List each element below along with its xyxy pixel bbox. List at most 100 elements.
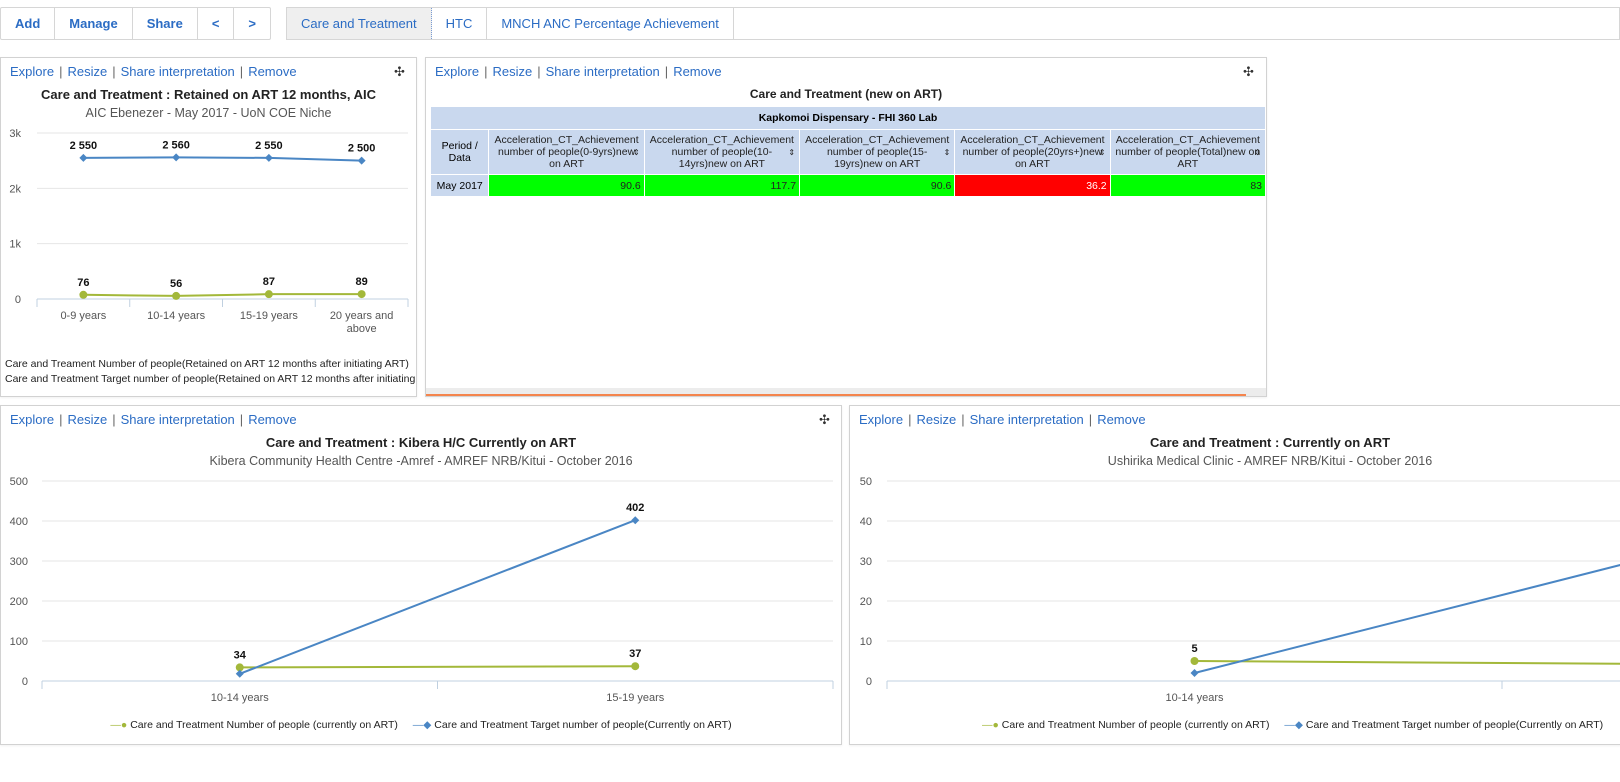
column-header[interactable]: Acceleration_CT_Achievement number of pe… bbox=[1109, 129, 1266, 175]
legend-marker-circle-icon: —● bbox=[110, 719, 128, 731]
legend-marker-diamond-icon: —◆ bbox=[1284, 719, 1303, 731]
chart-title: Care and Treatment : Kibera H/C Currentl… bbox=[265, 435, 577, 450]
column-header[interactable]: Acceleration_CT_Achievement number of pe… bbox=[488, 129, 645, 175]
explore-link[interactable]: Explore bbox=[859, 412, 903, 427]
data-point bbox=[79, 290, 88, 299]
data-point bbox=[264, 290, 273, 299]
data-label: 89 bbox=[356, 276, 368, 288]
share-interpretation-link[interactable]: Share interpretation bbox=[970, 412, 1084, 427]
x-tick-label: 10-14 years bbox=[1165, 692, 1224, 704]
table-cell[interactable]: 90.6 bbox=[799, 174, 956, 197]
move-handle-icon[interactable]: ✣ bbox=[819, 412, 830, 428]
legend-item[interactable]: —◆ Care and Treatment Target number of p… bbox=[1284, 719, 1603, 731]
legend-marker-diamond-icon: —◆ bbox=[412, 719, 432, 731]
dashboard-toolbar: Add Manage Share < > bbox=[0, 7, 272, 40]
separator: | bbox=[664, 64, 669, 79]
resize-link[interactable]: Resize bbox=[492, 64, 532, 79]
separator: | bbox=[239, 412, 244, 427]
legend-label: Care and Treatment Number of people (cur… bbox=[130, 719, 398, 731]
separator: | bbox=[1088, 412, 1093, 427]
dashboard-item-new-on-art: Explore | Resize | Share interpretation | Remo… bbox=[425, 57, 1267, 397]
data-point bbox=[172, 153, 181, 162]
table-cell[interactable]: 83 bbox=[1109, 174, 1266, 197]
panel-actions: Explore | Resize | Share interpretation | Remo… bbox=[10, 64, 297, 79]
column-header[interactable]: Acceleration_CT_Achievement number of pe… bbox=[954, 129, 1111, 175]
column-header[interactable]: Acceleration_CT_Achievement number of pe… bbox=[643, 129, 801, 175]
share-button[interactable]: Share bbox=[133, 8, 198, 39]
legend-label: Care and Treatment Target number of peop… bbox=[434, 719, 732, 731]
share-interpretation-link[interactable]: Share interpretation bbox=[121, 412, 235, 427]
column-header-label: Acceleration_CT_Achievement number of pe… bbox=[805, 134, 950, 170]
scrollbar-thumb[interactable] bbox=[426, 394, 1246, 396]
sort-icon[interactable]: ⇕ bbox=[1099, 148, 1106, 157]
move-handle-icon[interactable]: ✣ bbox=[394, 64, 405, 80]
series-line bbox=[239, 665, 636, 669]
previous-button[interactable]: < bbox=[198, 8, 235, 39]
data-label: 2 500 bbox=[348, 143, 376, 155]
explore-link[interactable]: Explore bbox=[435, 64, 479, 79]
dashboard-tabs: Care and Treatment HTC MNCH ANC Percenta… bbox=[286, 7, 1620, 40]
chart-legend: —● Care and Treatment Number of people (… bbox=[1, 719, 841, 731]
data-point bbox=[235, 669, 244, 678]
x-tick-label: 10-14 years bbox=[211, 692, 270, 704]
legend-item[interactable]: Care and Treament Number of people(Retai… bbox=[5, 358, 409, 370]
y-tick-label: 200 bbox=[10, 596, 28, 608]
data-point bbox=[79, 153, 88, 162]
share-interpretation-link[interactable]: Share interpretation bbox=[546, 64, 660, 79]
table-cell[interactable]: 36.2 bbox=[954, 174, 1111, 197]
next-button[interactable]: > bbox=[234, 8, 270, 39]
chart-title: Care and Treatment : Retained on ART 12 … bbox=[41, 87, 376, 102]
resize-link[interactable]: Resize bbox=[916, 412, 956, 427]
pivot-table-title: Care and Treatment (new on ART) bbox=[749, 87, 943, 101]
y-tick-label: 30 bbox=[860, 556, 872, 568]
y-tick-label: 2k bbox=[9, 183, 21, 195]
series-line bbox=[1194, 564, 1620, 674]
column-header-label: Acceleration_CT_Achievement number of pe… bbox=[649, 134, 794, 170]
separator: | bbox=[239, 64, 244, 79]
resize-link[interactable]: Resize bbox=[67, 412, 107, 427]
legend-item[interactable]: —● Care and Treatment Number of people (… bbox=[982, 719, 1269, 731]
add-button[interactable]: Add bbox=[1, 8, 56, 39]
share-interpretation-link[interactable]: Share interpretation bbox=[121, 64, 235, 79]
data-label: 76 bbox=[77, 277, 89, 289]
separator: | bbox=[961, 412, 965, 427]
data-label: 2 560 bbox=[162, 139, 190, 151]
resize-link[interactable]: Resize bbox=[67, 64, 107, 79]
tab-htc[interactable]: HTC bbox=[432, 8, 488, 39]
legend-item[interactable]: —● Care and Treatment Number of people (… bbox=[110, 719, 397, 731]
data-point bbox=[172, 291, 181, 300]
manage-button[interactable]: Manage bbox=[55, 8, 133, 39]
column-header[interactable]: Acceleration_CT_Achievement number of pe… bbox=[799, 129, 956, 175]
data-point bbox=[1190, 669, 1199, 677]
remove-link[interactable]: Remove bbox=[1097, 412, 1145, 427]
remove-link[interactable]: Remove bbox=[673, 64, 721, 79]
tab-care-and-treatment[interactable]: Care and Treatment bbox=[287, 8, 432, 39]
y-tick-label: 50 bbox=[860, 476, 872, 488]
sort-icon[interactable]: ⇕ bbox=[788, 148, 795, 157]
table-cell[interactable]: 117.7 bbox=[643, 174, 801, 197]
retained-on-art-chart: 0 1k 2k 3k 0-9 years 10-14 years 15-19 years 20… bbox=[9, 128, 409, 335]
remove-link[interactable]: Remove bbox=[248, 412, 296, 427]
legend-item[interactable]: Care and Treatment Target number of peop… bbox=[5, 373, 416, 385]
x-tick-label: 20 years and above bbox=[330, 310, 394, 335]
move-handle-icon[interactable]: ✣ bbox=[1243, 64, 1254, 80]
legend-item[interactable]: —◆ Care and Treatment Target number of p… bbox=[413, 719, 732, 731]
explore-link[interactable]: Explore bbox=[10, 64, 54, 79]
sort-icon[interactable]: ⇕ bbox=[633, 148, 640, 157]
y-tick-label: 3k bbox=[9, 128, 21, 140]
tab-mnch-anc[interactable]: MNCH ANC Percentage Achievement bbox=[487, 8, 734, 39]
data-label: 34 bbox=[234, 649, 247, 661]
x-tick-label: 15-19 years bbox=[606, 692, 665, 704]
separator: | bbox=[908, 412, 912, 427]
sort-icon[interactable]: ⇕ bbox=[944, 148, 951, 157]
remove-link[interactable]: Remove bbox=[248, 64, 296, 79]
chart-subtitle: Ushirika Medical Clinic - AMREF NRB/Kitu… bbox=[1107, 454, 1433, 468]
sort-icon[interactable]: ⇕ bbox=[1254, 148, 1261, 157]
data-label: 37 bbox=[629, 648, 641, 660]
explore-link[interactable]: Explore bbox=[10, 412, 54, 427]
table-cell[interactable]: 90.6 bbox=[488, 174, 645, 197]
data-point bbox=[1190, 657, 1199, 665]
y-tick-label: 100 bbox=[10, 636, 28, 648]
separator: | bbox=[112, 412, 116, 427]
y-tick-label: 400 bbox=[10, 516, 28, 528]
